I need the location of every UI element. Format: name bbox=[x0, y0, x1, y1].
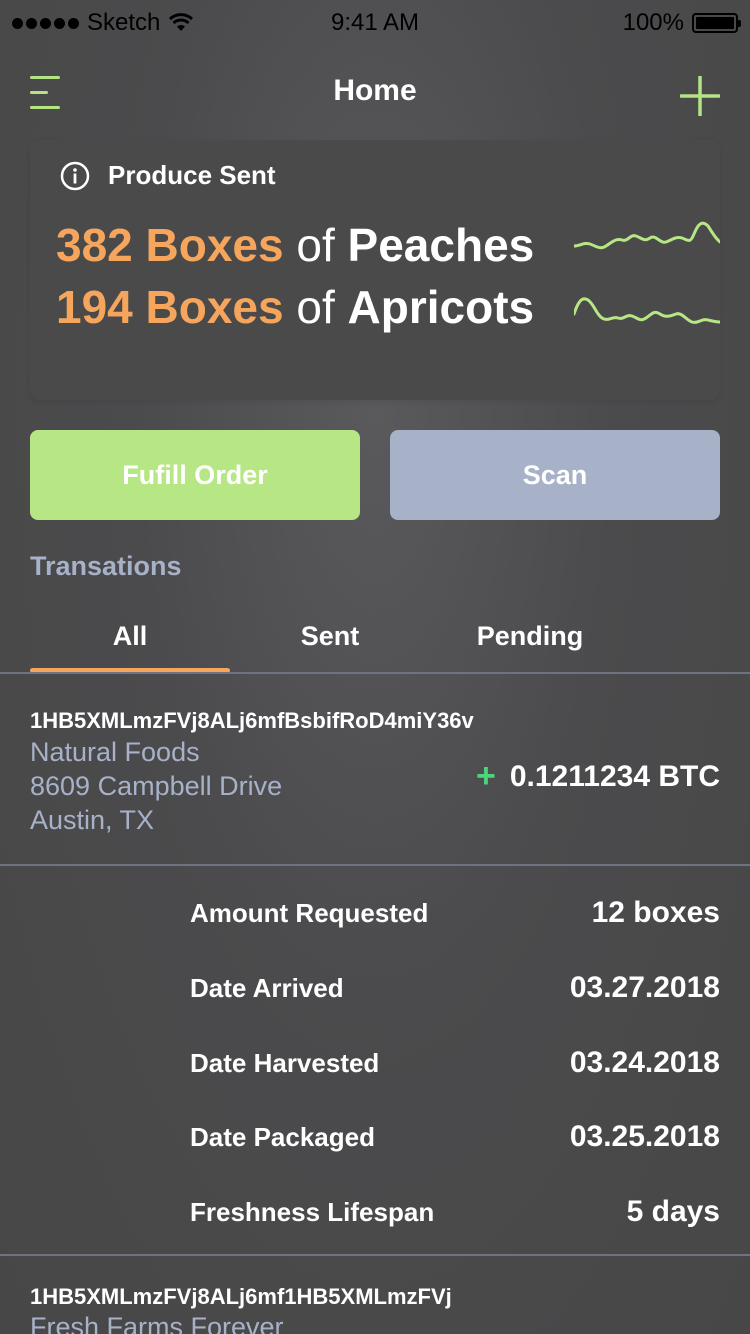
transactions-heading: Transations bbox=[30, 551, 182, 581]
transaction-item[interactable]: 1HB5XMLmzFVj8ALj6mfBsbifRoD4miY36v Natur… bbox=[0, 674, 750, 864]
battery-icon bbox=[692, 13, 741, 33]
amount-value: 0.1211234 BTC bbox=[509, 759, 720, 793]
detail-row: Freshness Lifespan 5 days bbox=[190, 1195, 720, 1229]
detail-row: Date Harvested 03.24.2018 bbox=[190, 1046, 720, 1080]
transaction-name: Fresh Farms Forever bbox=[30, 1312, 284, 1334]
tab-sent[interactable]: Sent bbox=[230, 605, 430, 673]
scan-button[interactable]: Scan bbox=[390, 430, 720, 520]
detail-value: 12 boxes bbox=[591, 896, 720, 929]
detail-value: 03.24.2018 bbox=[569, 1046, 720, 1079]
produce-line-apricots: 194 Boxes of Apricots bbox=[56, 280, 534, 334]
transaction-city: Austin, TX bbox=[30, 805, 155, 835]
card-title: Produce Sent bbox=[108, 160, 276, 190]
tab-pending[interactable]: Pending bbox=[430, 605, 630, 673]
transaction-id: 1HB5XMLmzFVj8ALj6mfBsbifRoD4miY36v bbox=[30, 708, 474, 733]
transaction-item[interactable]: 1HB5XMLmzFVj8ALj6mf1HB5XMLmzFVj Fresh Fa… bbox=[0, 1256, 750, 1334]
status-right: 100% bbox=[622, 9, 741, 37]
info-icon bbox=[60, 161, 90, 190]
detail-label: Amount Requested bbox=[190, 898, 429, 928]
transaction-amount: + 0.1211234 BTC bbox=[476, 757, 720, 796]
tab-all[interactable]: All bbox=[30, 605, 230, 673]
detail-label: Date Packaged bbox=[190, 1122, 375, 1152]
page-title: Home bbox=[333, 74, 417, 107]
battery-percent: 100% bbox=[622, 9, 684, 36]
transaction-street: 8609 Campbell Drive bbox=[30, 771, 283, 801]
detail-row: Date Arrived 03.27.2018 bbox=[190, 971, 720, 1005]
detail-value: 5 days bbox=[626, 1195, 720, 1228]
transaction-tabs: All Sent Pending bbox=[30, 605, 630, 673]
produce-summary-card: Produce Sent 382 Boxes of Peaches 194 Bo… bbox=[30, 140, 720, 400]
produce-name: Apricots bbox=[347, 281, 535, 333]
plus-sign-icon: + bbox=[475, 757, 496, 795]
detail-value: 03.25.2018 bbox=[569, 1120, 720, 1153]
divider bbox=[0, 864, 750, 866]
produce-connector: of bbox=[296, 281, 335, 333]
produce-connector: of bbox=[296, 219, 335, 271]
detail-label: Date Arrived bbox=[190, 973, 344, 1003]
status-bar: Sketch 9:41 AM 100% bbox=[0, 0, 750, 44]
produce-line-peaches: 382 Boxes of Peaches bbox=[56, 218, 534, 272]
detail-value: 03.27.2018 bbox=[569, 971, 720, 1004]
detail-row: Amount Requested 12 boxes bbox=[190, 896, 720, 930]
transaction-id: 1HB5XMLmzFVj8ALj6mf1HB5XMLmzFVj bbox=[30, 1284, 452, 1309]
detail-label: Freshness Lifespan bbox=[190, 1197, 435, 1227]
detail-row: Date Packaged 03.25.2018 bbox=[190, 1120, 720, 1154]
plus-icon[interactable] bbox=[680, 76, 720, 116]
produce-name: Peaches bbox=[347, 219, 535, 271]
fulfill-order-button[interactable]: Fufill Order bbox=[30, 430, 360, 520]
apricots-sparkline bbox=[574, 297, 720, 324]
card-heading: Produce Sent bbox=[60, 160, 276, 191]
detail-label: Date Harvested bbox=[190, 1048, 380, 1078]
peaches-sparkline bbox=[574, 221, 720, 250]
transaction-name: Natural Foods bbox=[30, 737, 200, 767]
produce-count: 194 Boxes bbox=[56, 281, 284, 333]
produce-count: 382 Boxes bbox=[56, 219, 284, 271]
